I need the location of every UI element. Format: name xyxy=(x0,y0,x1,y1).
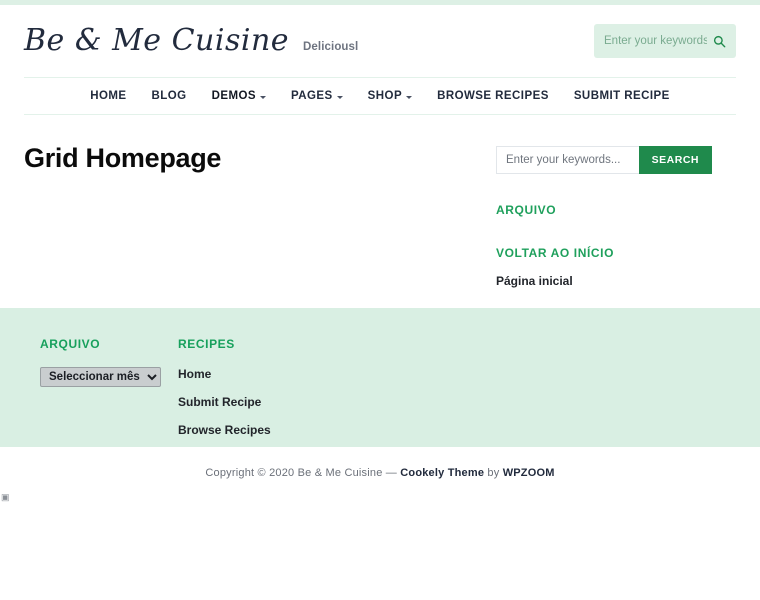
copyright-prefix: Copyright © 2020 Be & Me Cuisine — xyxy=(205,467,401,479)
sidebar-link-pagina-inicial[interactable]: Página inicial xyxy=(496,274,712,288)
site-header: Be & Me Cuisine Deliciousl xyxy=(0,5,760,77)
page-title: Grid Homepage xyxy=(24,143,222,173)
nav-item-label: BLOG xyxy=(151,90,187,102)
chevron-down-icon xyxy=(406,95,413,99)
chevron-down-icon xyxy=(336,95,343,99)
nav-item-label: DEMOS xyxy=(211,90,256,102)
widget-title: ARQUIVO xyxy=(496,203,557,217)
nav-item-label: PAGES xyxy=(291,90,333,102)
nav-item-submit-recipe[interactable]: SUBMIT RECIPE xyxy=(574,90,670,102)
sidebar-widget-voltar-ao-inicio: VOLTAR AO INÍCIO Página inicial xyxy=(496,246,712,288)
footer-widget-arquivo: ARQUIVO Seleccionar mês xyxy=(40,337,162,447)
nav-item-label: BROWSE RECIPES xyxy=(437,90,549,102)
header-search-form[interactable] xyxy=(594,24,736,58)
footer-link-home[interactable]: Home xyxy=(178,367,358,381)
nav-item-label: SHOP xyxy=(367,90,403,102)
stray-glyph: ▣ xyxy=(1,492,10,502)
sidebar-search-button[interactable]: SEARCH xyxy=(638,146,712,174)
footer-widget-title: ARQUIVO xyxy=(40,337,101,351)
archive-month-select[interactable]: Seleccionar mês xyxy=(40,367,161,387)
header-search-input[interactable] xyxy=(604,35,707,47)
site-title[interactable]: Be & Me Cuisine xyxy=(24,26,289,56)
nav-item-home[interactable]: HOME xyxy=(90,90,126,102)
nav-item-demos[interactable]: DEMOS xyxy=(212,90,266,102)
sidebar-widget-arquivo: ARQUIVO xyxy=(496,203,712,217)
footer-widget-recipes: RECIPES Home Submit Recipe Browse Recipe… xyxy=(178,337,358,447)
sidebar: SEARCH ARQUIVO VOLTAR AO INÍCIO Página i… xyxy=(496,143,712,288)
nav-item-blog[interactable]: BLOG xyxy=(152,90,187,102)
copyright-bar: Copyright © 2020 Be & Me Cuisine — Cooke… xyxy=(0,447,760,499)
search-icon[interactable] xyxy=(713,35,726,48)
main-column: Grid Homepage xyxy=(24,143,496,174)
nav-item-pages[interactable]: PAGES xyxy=(291,90,343,102)
main-navigation: HOME BLOG DEMOS PAGES SHOP BROWSE RECIPE… xyxy=(24,77,736,115)
nav-item-shop[interactable]: SHOP xyxy=(367,90,413,102)
nav-item-label: HOME xyxy=(90,90,127,102)
chevron-down-icon xyxy=(260,95,266,99)
nav-item-browse-recipes[interactable]: BROWSE RECIPES xyxy=(437,90,549,102)
widget-title: VOLTAR AO INÍCIO xyxy=(496,246,615,260)
footer-link-browse-recipes[interactable]: Browse Recipes xyxy=(178,423,358,437)
site-tagline: Deliciousl xyxy=(303,41,359,53)
nav-item-label: SUBMIT RECIPE xyxy=(573,90,670,102)
copyright-text: Copyright © 2020 Be & Me Cuisine — Cooke… xyxy=(205,467,554,479)
footer-widget-title: RECIPES xyxy=(178,337,235,351)
content-area: Grid Homepage SEARCH ARQUIVO VOLTAR AO I… xyxy=(0,115,760,288)
nav-list: HOME BLOG DEMOS PAGES SHOP BROWSE RECIPE… xyxy=(90,90,670,102)
copyright-theme-link[interactable]: Cookely Theme xyxy=(400,467,484,479)
footer-widget-area: ARQUIVO Seleccionar mês RECIPES Home Sub… xyxy=(0,308,760,447)
footer-link-submit-recipe[interactable]: Submit Recipe xyxy=(178,395,358,409)
sidebar-search-input[interactable] xyxy=(496,146,639,174)
copyright-middle: by xyxy=(484,467,503,479)
brand-block[interactable]: Be & Me Cuisine Deliciousl xyxy=(24,26,358,56)
copyright-vendor-link[interactable]: WPZOOM xyxy=(503,467,555,479)
sidebar-search-form[interactable]: SEARCH xyxy=(496,146,712,174)
